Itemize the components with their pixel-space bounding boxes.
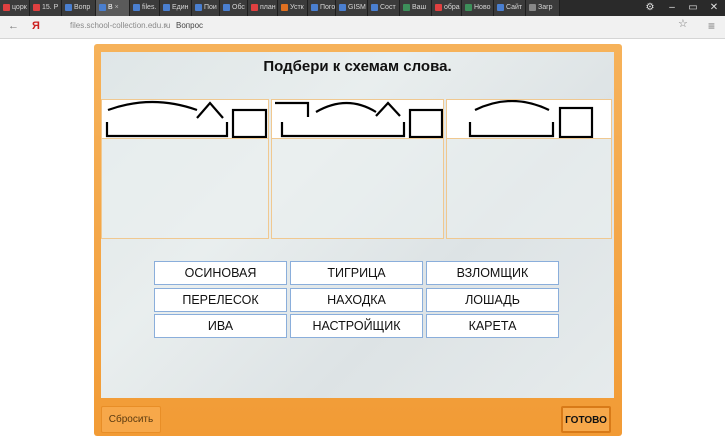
favicon-icon [497,3,504,11]
word-card[interactable]: КАРЕТА [426,314,559,338]
word-scheme-1 [102,100,268,139]
favicon-icon [3,3,10,11]
favicon-icon [133,3,140,11]
browser-tab[interactable]: Обс [220,0,248,16]
favicon-icon [195,3,202,11]
favicon-icon [251,3,258,11]
word-card[interactable]: НАСТРОЙЩИК [290,314,423,338]
address-bar: ← Я files.school-collection.edu.ru › Воп… [0,16,725,39]
word-card[interactable]: ВЗЛОМЩИК [426,261,559,285]
browser-tab-label: Устк [290,4,304,11]
close-window-icon[interactable]: ✕ [705,0,723,16]
word-scheme-2 [272,100,444,139]
browser-tab-label: GISM [348,4,366,11]
yandex-logo-icon[interactable]: Я [32,20,40,32]
task-title: Подбери к схемам слова. [263,58,452,75]
tab-close-icon[interactable]: × [115,4,119,11]
scheme-panel-1[interactable] [101,99,269,239]
minimize-icon[interactable]: – [663,0,681,16]
browser-tab-label: Сост [380,4,396,11]
browser-tab-label: 15. Р [42,4,59,11]
browser-tab-strip: ⚙ – ▭ ✕ цорк 15. Р Вопр В × files. Един Пои Обс п… [0,0,725,16]
reset-button[interactable]: Сбросить [101,406,161,433]
browser-tab[interactable]: Пои [192,0,220,16]
favicon-icon [339,3,346,11]
favicon-icon [65,3,72,11]
browser-tab[interactable]: GISM [336,0,368,16]
browser-tab-label: Един [172,4,189,11]
favicon-icon [529,3,536,11]
favicon-icon [435,3,442,11]
scheme-diagram-3 [468,100,594,139]
browser-tab-label: Сайт [506,4,523,11]
url-separator: › [164,20,167,30]
scheme-diagram-2 [275,101,444,139]
menu-icon[interactable]: ≡ [708,19,715,33]
browser-tab[interactable]: Сост [368,0,400,16]
word-card[interactable]: ОСИНОВАЯ [154,261,287,285]
browser-tab-label: план [260,4,276,11]
done-button[interactable]: ГОТОВО [561,406,611,433]
url-field[interactable]: files.school-collection.edu.ru › Вопрос [62,19,696,35]
word-card[interactable]: ТИГРИЦА [290,261,423,285]
favicon-icon [311,3,318,11]
scheme-panel-2[interactable] [271,99,444,239]
browser-tab[interactable]: обра [432,0,462,16]
browser-tab-label: Пого [320,4,336,11]
scheme-panel-3[interactable] [446,99,612,239]
browser-tab[interactable]: Устк [278,0,308,16]
browser-tab-label: Ваш [412,4,427,11]
browser-tab[interactable]: цорк [0,0,30,16]
browser-tab[interactable]: Ваш [400,0,432,16]
word-card[interactable]: ЛОШАДЬ [426,288,559,312]
favicon-icon [163,3,170,11]
maximize-icon[interactable]: ▭ [684,0,702,16]
favicon-icon [281,3,288,11]
browser-tab[interactable]: Сайт [494,0,526,16]
url-page-title: Вопрос [176,21,204,30]
favicon-icon [403,3,410,11]
bookmark-star-icon[interactable]: ☆ [678,17,688,30]
favicon-icon [99,3,106,11]
browser-tab[interactable]: план [248,0,278,16]
browser-tab-label: цорк [12,4,27,11]
favicon-icon [223,3,230,11]
browser-tab-label: Ново [474,4,491,11]
browser-tab-label: В [108,4,113,11]
word-scheme-3 [447,100,611,139]
favicon-icon [371,3,378,11]
browser-tab[interactable]: Пого [308,0,336,16]
favicon-icon [33,3,40,11]
favicon-icon [465,3,472,11]
browser-tab-label: files. [142,4,157,11]
browser-tab-label: Вопр [74,4,91,11]
back-arrow-icon[interactable]: ← [8,20,19,32]
word-card[interactable]: НАХОДКА [290,288,423,312]
browser-tab[interactable]: Един [160,0,192,16]
word-card[interactable]: ИВА [154,314,287,338]
browser-tab[interactable]: Ново [462,0,494,16]
browser-tab-label: обра [444,4,460,11]
browser-tab-label: Загр [538,4,553,11]
browser-tab-label: Пои [204,4,217,11]
browser-tab[interactable]: files. [130,0,160,16]
browser-tab[interactable]: 15. Р [30,0,62,16]
browser-tab-label: Обс [232,4,245,11]
url-host: files.school-collection.edu.ru [70,21,171,30]
browser-tab[interactable]: В × [96,0,130,16]
settings-icon[interactable]: ⚙ [640,0,660,16]
browser-tab[interactable]: Вопр [62,0,96,16]
browser-tab[interactable]: Загр [526,0,560,16]
scheme-diagram-1 [105,100,268,139]
word-card[interactable]: ПЕРЕЛЕСОК [154,288,287,312]
